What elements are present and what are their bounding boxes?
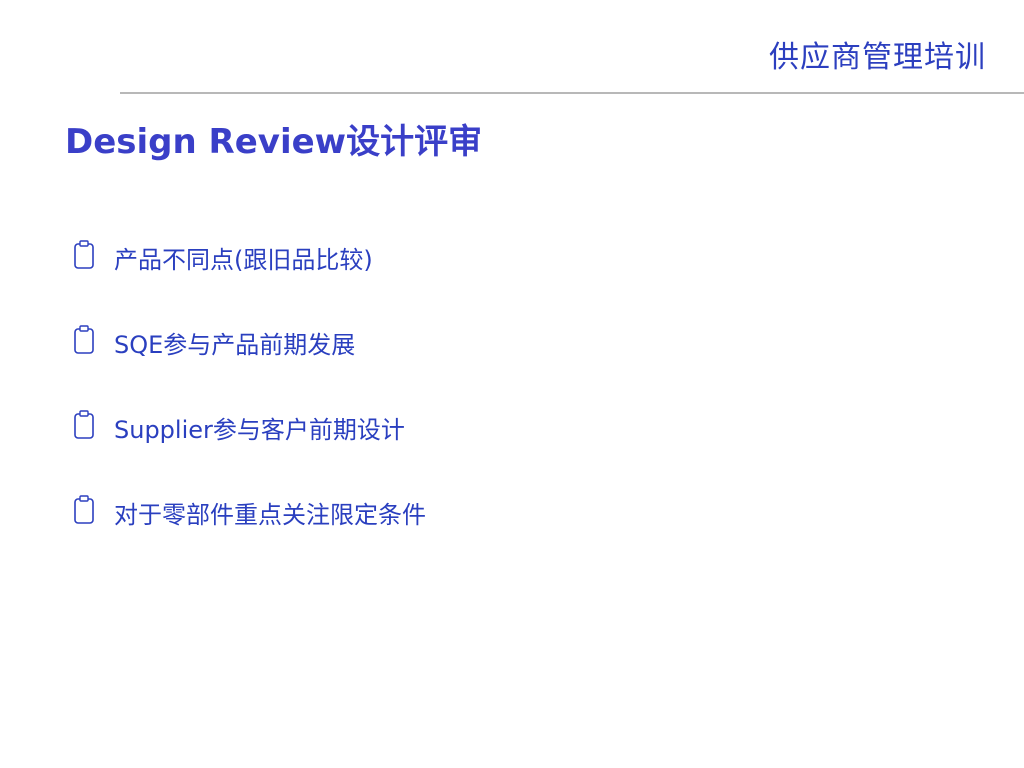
- slide-title: Design Review设计评审: [65, 122, 483, 162]
- header-title: 供应商管理培训: [769, 40, 986, 75]
- list-item: Supplier参与客户前期设计: [72, 406, 426, 448]
- clipboard-icon: [72, 493, 114, 531]
- list-item: SQE参与产品前期发展: [72, 321, 426, 363]
- bullet-text: 产品不同点(跟旧品比较): [114, 245, 373, 274]
- bullet-list: 产品不同点(跟旧品比较) SQE参与产品前期发展 Supplier参与客户前期设…: [72, 236, 426, 576]
- list-item: 对于零部件重点关注限定条件: [72, 491, 426, 533]
- clipboard-icon: [72, 408, 114, 446]
- clipboard-icon: [72, 323, 114, 361]
- header-divider: [120, 92, 1024, 94]
- bullet-text: Supplier参与客户前期设计: [114, 415, 405, 444]
- clipboard-icon: [72, 238, 114, 276]
- list-item: 产品不同点(跟旧品比较): [72, 236, 426, 278]
- slide: 供应商管理培训 Design Review设计评审 产品不同点(跟旧品比较) S…: [0, 0, 1024, 768]
- bullet-text: SQE参与产品前期发展: [114, 330, 356, 359]
- bullet-text: 对于零部件重点关注限定条件: [114, 500, 426, 529]
